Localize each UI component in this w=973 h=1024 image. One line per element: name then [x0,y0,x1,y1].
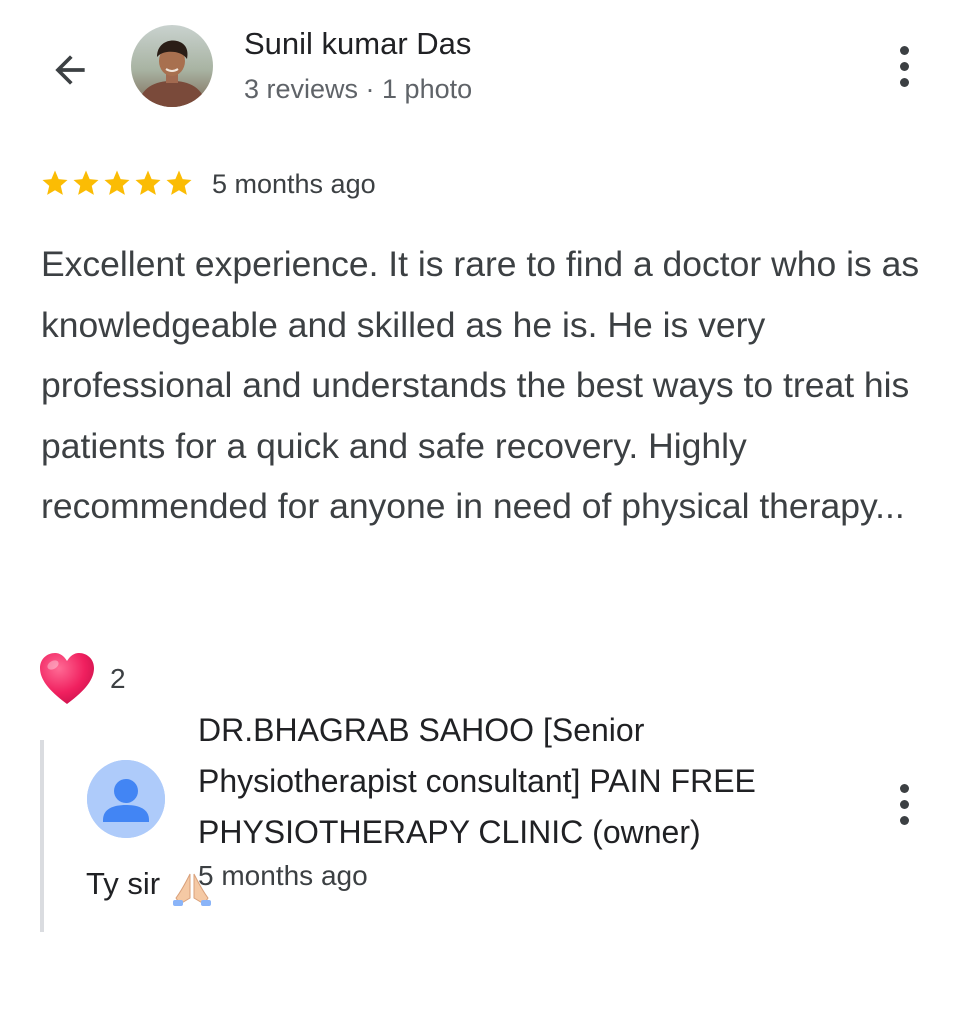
star-icon [73,170,99,195]
heart-icon [40,653,94,704]
person-photo-icon [131,25,213,107]
owner-avatar[interactable] [87,760,165,838]
reviewer-name[interactable]: Sunil kumar Das [244,26,471,62]
review-text[interactable]: Excellent experience. It is rare to find… [41,234,941,537]
reply-time: 5 months ago [198,860,368,891]
default-person-avatar-icon [87,760,165,838]
reviewer-meta: 3 reviews · 1 photo [244,74,473,104]
star-icon [104,170,130,195]
star-rating [40,168,194,198]
back-button[interactable] [38,38,102,102]
more-vertical-icon [899,783,909,793]
like-count: 2 [110,663,126,694]
more-options-button[interactable] [884,36,924,96]
reviewer-avatar[interactable] [131,25,213,107]
more-vertical-icon [899,45,909,55]
arrow-back-icon [55,55,85,85]
review-time: 5 months ago [212,169,376,199]
reply-divider [40,740,44,932]
star-icon [42,170,68,195]
star-icon [166,170,192,195]
reply-more-options-button[interactable] [884,774,924,834]
star-icon [135,170,161,195]
reply-text: Ty sir [86,866,161,901]
like-button[interactable] [38,651,96,707]
owner-name: DR.BHAGRAB SAHOO [Senior Physiotherapist… [198,712,756,850]
